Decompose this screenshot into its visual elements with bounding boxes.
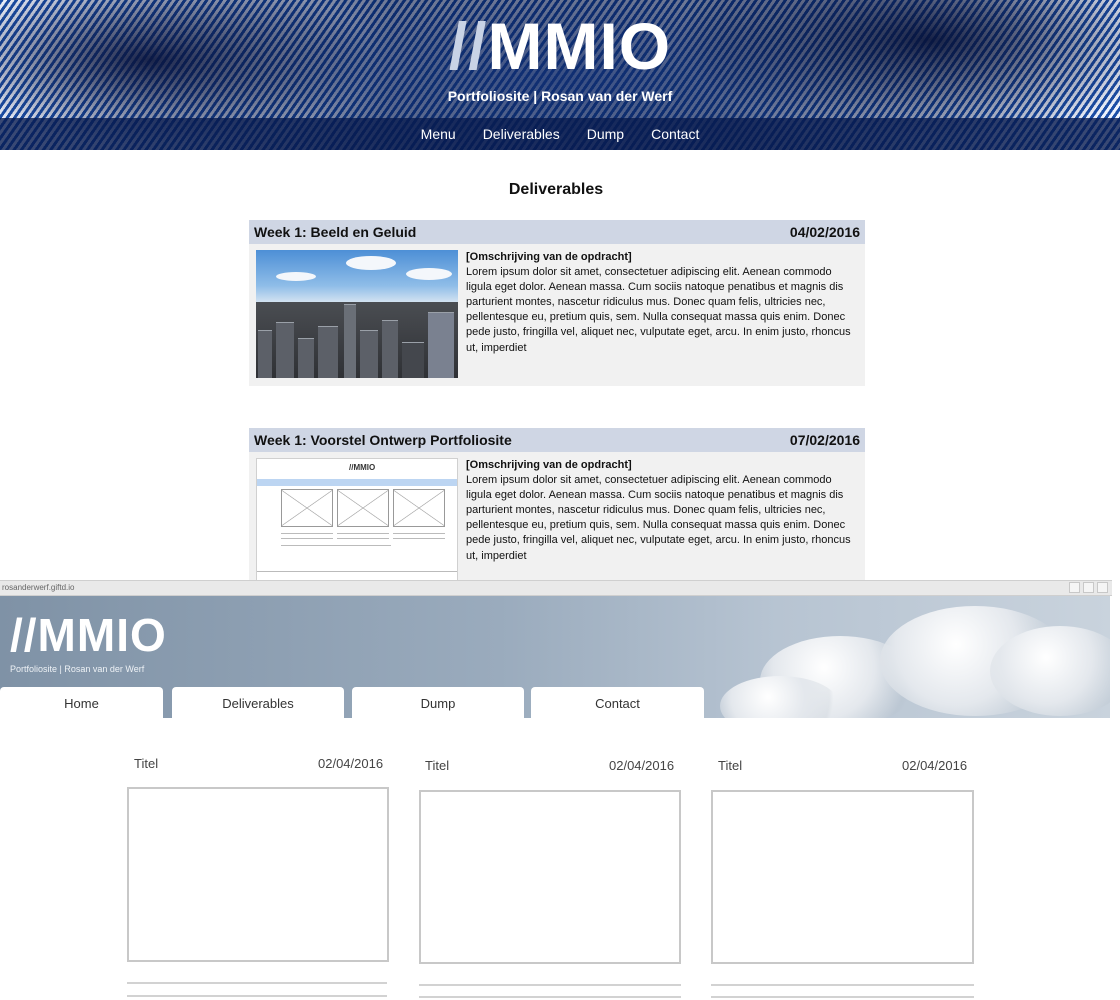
card-description: [Omschrijving van de opdracht] Lorem ips… bbox=[466, 458, 858, 564]
wireframe-placeholder bbox=[393, 489, 445, 527]
text-line bbox=[419, 996, 681, 998]
tab-deliverables[interactable]: Deliverables bbox=[172, 687, 344, 718]
column-date: 02/04/2016 bbox=[902, 758, 968, 773]
wireframe-nav-bar bbox=[257, 479, 457, 486]
wireframe-line bbox=[337, 533, 389, 534]
building bbox=[258, 330, 272, 378]
column-title: Titel bbox=[134, 756, 159, 771]
column-title: Titel bbox=[718, 758, 743, 773]
text-line bbox=[711, 984, 974, 986]
mockup-subtitle: Portfoliosite | Rosan van der Werf bbox=[10, 664, 145, 674]
site-header: //MMIO Portfoliosite | Rosan van der Wer… bbox=[0, 0, 1120, 150]
cloud-shape bbox=[406, 268, 452, 280]
window-controls bbox=[1069, 582, 1108, 593]
wireframe-line bbox=[393, 533, 445, 534]
card-lead: [Omschrijving van de opdracht] bbox=[466, 459, 632, 471]
building bbox=[276, 322, 294, 378]
text-line bbox=[711, 996, 974, 998]
window-title-bar: rosanderwerf.giftd.io bbox=[0, 580, 1112, 596]
building bbox=[344, 304, 356, 378]
site-logo[interactable]: //MMIO bbox=[0, 8, 1120, 84]
tab-home[interactable]: Home bbox=[0, 687, 163, 718]
building bbox=[402, 342, 424, 378]
deliverable-card[interactable]: Week 1: Voorstel Ontwerp Portfoliosite 0… bbox=[249, 428, 865, 588]
nav-dump[interactable]: Dump bbox=[587, 126, 624, 142]
building bbox=[360, 330, 378, 378]
column-title: Titel bbox=[425, 758, 450, 773]
wireframe-logo: //MMIO bbox=[349, 463, 376, 472]
cloud-shape bbox=[276, 272, 316, 281]
card-body-text: Lorem ipsum dolor sit amet, consectetuer… bbox=[466, 266, 851, 354]
building bbox=[318, 326, 338, 378]
main-nav: Menu Deliverables Dump Contact bbox=[0, 118, 1120, 150]
wireframe-line bbox=[281, 545, 391, 546]
minimize-icon[interactable] bbox=[1069, 582, 1080, 593]
card-title: Week 1: Beeld en Geluid bbox=[254, 224, 417, 240]
image-placeholder[interactable] bbox=[419, 790, 681, 964]
card-body-text: Lorem ipsum dolor sit amet, consectetuer… bbox=[466, 474, 851, 562]
column-date: 02/04/2016 bbox=[318, 756, 384, 771]
column-date: 02/04/2016 bbox=[609, 758, 675, 773]
tab-contact[interactable]: Contact bbox=[531, 687, 704, 718]
deliverable-card[interactable]: Week 1: Beeld en Geluid 04/02/2016 [Omsc… bbox=[249, 220, 865, 386]
wireframe-placeholder bbox=[337, 489, 389, 527]
cloud-shape bbox=[346, 256, 396, 270]
card-lead: [Omschrijving van de opdracht] bbox=[466, 251, 632, 263]
nav-deliverables[interactable]: Deliverables bbox=[483, 126, 560, 142]
logo-slashes: // bbox=[448, 9, 488, 83]
building bbox=[298, 338, 314, 378]
tab-dump[interactable]: Dump bbox=[352, 687, 524, 718]
nav-contact[interactable]: Contact bbox=[651, 126, 699, 142]
site-subtitle: Portfoliosite | Rosan van der Werf bbox=[447, 88, 673, 104]
wireframe-image: //MMIO bbox=[256, 458, 458, 586]
card-title: Week 1: Voorstel Ontwerp Portfoliosite bbox=[254, 432, 512, 448]
nav-menu[interactable]: Menu bbox=[421, 126, 456, 142]
city-ground bbox=[256, 302, 458, 378]
card-header: Week 1: Beeld en Geluid 04/02/2016 bbox=[249, 220, 865, 244]
wireframe-line bbox=[281, 533, 333, 534]
close-icon[interactable] bbox=[1097, 582, 1108, 593]
image-placeholder[interactable] bbox=[127, 787, 389, 962]
card-header: Week 1: Voorstel Ontwerp Portfoliosite 0… bbox=[249, 428, 865, 452]
maximize-icon[interactable] bbox=[1083, 582, 1094, 593]
building bbox=[428, 312, 454, 378]
card-date: 04/02/2016 bbox=[789, 224, 860, 240]
page-title: Deliverables bbox=[508, 181, 604, 198]
image-placeholder[interactable] bbox=[711, 790, 974, 964]
city-skyline-image bbox=[256, 250, 458, 378]
wireframe-placeholder bbox=[281, 489, 333, 527]
logo-text: MMIO bbox=[487, 9, 672, 83]
text-line bbox=[419, 984, 681, 986]
card-date: 07/02/2016 bbox=[789, 432, 860, 448]
wireframe-line bbox=[281, 538, 333, 539]
text-line bbox=[127, 995, 387, 997]
building bbox=[382, 320, 398, 378]
text-line bbox=[127, 982, 387, 984]
wireframe-line bbox=[337, 538, 389, 539]
wireframe-line bbox=[257, 571, 457, 572]
mockup-logo[interactable]: //MMIO bbox=[10, 608, 167, 662]
wireframe-line bbox=[393, 538, 445, 539]
window-url: rosanderwerf.giftd.io bbox=[2, 583, 75, 592]
card-description: [Omschrijving van de opdracht] Lorem ips… bbox=[466, 250, 858, 356]
